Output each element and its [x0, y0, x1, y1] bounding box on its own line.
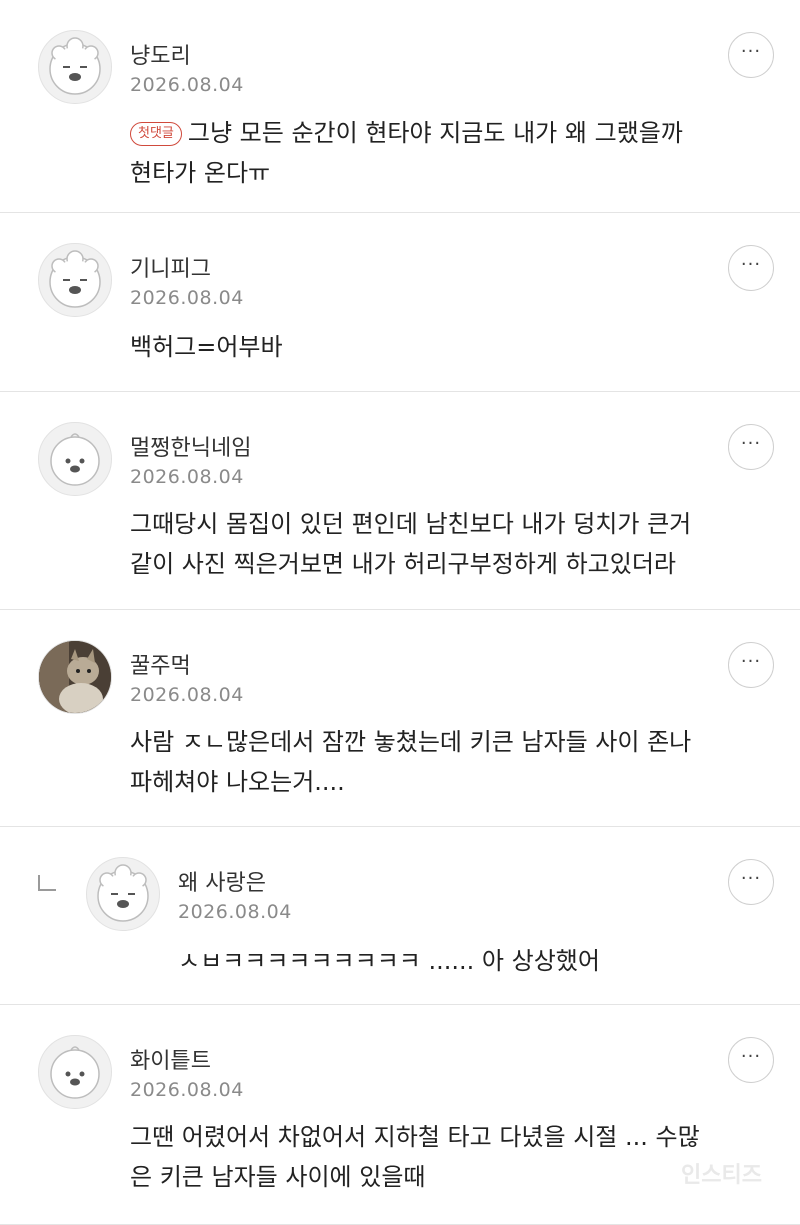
comment-date: 2026.08.04 [130, 466, 244, 488]
more-icon: ··· [740, 254, 762, 275]
comment-nickname[interactable]: 기니피그 [130, 251, 211, 283]
dog-avatar[interactable] [38, 30, 112, 104]
comment-text: 백허그=어부바 [130, 333, 283, 361]
more-options-button[interactable]: ··· [728, 859, 774, 905]
more-icon: ··· [740, 41, 762, 62]
dog-avatar[interactable] [86, 857, 160, 931]
cat-photo-avatar[interactable] [38, 640, 112, 714]
more-icon: ··· [740, 433, 762, 454]
comment-item: 냥도리 2026.08.04 첫댓글 그냥 모든 순간이 현타야 지금도 내가 왜… [0, 0, 800, 213]
comment-date: 2026.08.04 [130, 287, 244, 309]
comment-text: 그때당시 몸집이 있던 편인데 남친보다 내가 덩치가 큰거 같이 사진 찍은거… [130, 510, 692, 578]
more-icon: ··· [740, 868, 762, 889]
comment-date: 2026.08.04 [130, 74, 244, 96]
chick-avatar[interactable] [38, 422, 112, 496]
more-options-button[interactable]: ··· [728, 32, 774, 78]
comment-nickname[interactable]: 왜 사랑은 [178, 865, 266, 897]
comment-text: 첫댓글 그냥 모든 순간이 현타야 지금도 내가 왜 그랬을까 현타가 온다ㅠ [130, 119, 683, 187]
comment-nickname[interactable]: 화이틑트 [130, 1043, 211, 1075]
comment-date: 2026.08.04 [178, 901, 292, 923]
dog-avatar[interactable] [38, 243, 112, 317]
more-icon: ··· [740, 651, 762, 672]
more-options-button[interactable]: ··· [728, 1037, 774, 1083]
comment-list: 냥도리 2026.08.04 첫댓글 그냥 모든 순간이 현타야 지금도 내가 왜… [0, 0, 800, 1225]
more-options-button[interactable]: ··· [728, 424, 774, 470]
site-watermark: 인스티즈 [681, 1163, 762, 1188]
more-icon: ··· [740, 1046, 762, 1067]
comment-nickname[interactable]: 멀쩡한닉네임 [130, 430, 251, 462]
comment-text: ㅅㅂㅋㅋㅋㅋㅋㅋㅋㅋㅋ ...... 아 상상했어 [178, 947, 600, 975]
comment-item: 꿀주먹 2026.08.04 사람 ㅈㄴ많은데서 잠깐 놓쳤는데 키큰 남자들 … [0, 610, 800, 827]
comment-item: 멀쩡한닉네임 2026.08.04 그때당시 몸집이 있던 편인데 남친보다 내… [0, 392, 800, 610]
comment-item: 화이틑트 2026.08.04 그땐 어렸어서 차없어서 지하철 타고 다녔을 … [0, 1005, 800, 1225]
comment-date: 2026.08.04 [130, 684, 244, 706]
comment-nickname[interactable]: 냥도리 [130, 38, 191, 70]
more-options-button[interactable]: ··· [728, 245, 774, 291]
comment-text: 사람 ㅈㄴ많은데서 잠깐 놓쳤는데 키큰 남자들 사이 존나 파헤쳐야 나오는거… [130, 728, 692, 796]
reply-arrow-icon [38, 875, 56, 891]
comment-date: 2026.08.04 [130, 1079, 244, 1101]
chick-avatar[interactable] [38, 1035, 112, 1109]
comment-nickname[interactable]: 꿀주먹 [130, 648, 191, 680]
more-options-button[interactable]: ··· [728, 642, 774, 688]
first-comment-badge: 첫댓글 [130, 122, 182, 146]
comment-item: 기니피그 2026.08.04 백허그=어부바 ··· [0, 213, 800, 392]
comment-text: 그땐 어렸어서 차없어서 지하철 타고 다녔을 시절 ... 수많 은 키큰 남… [130, 1123, 700, 1191]
reply-comment-item: 왜 사랑은 2026.08.04 ㅅㅂㅋㅋㅋㅋㅋㅋㅋㅋㅋ ...... 아 상상… [0, 827, 800, 1005]
